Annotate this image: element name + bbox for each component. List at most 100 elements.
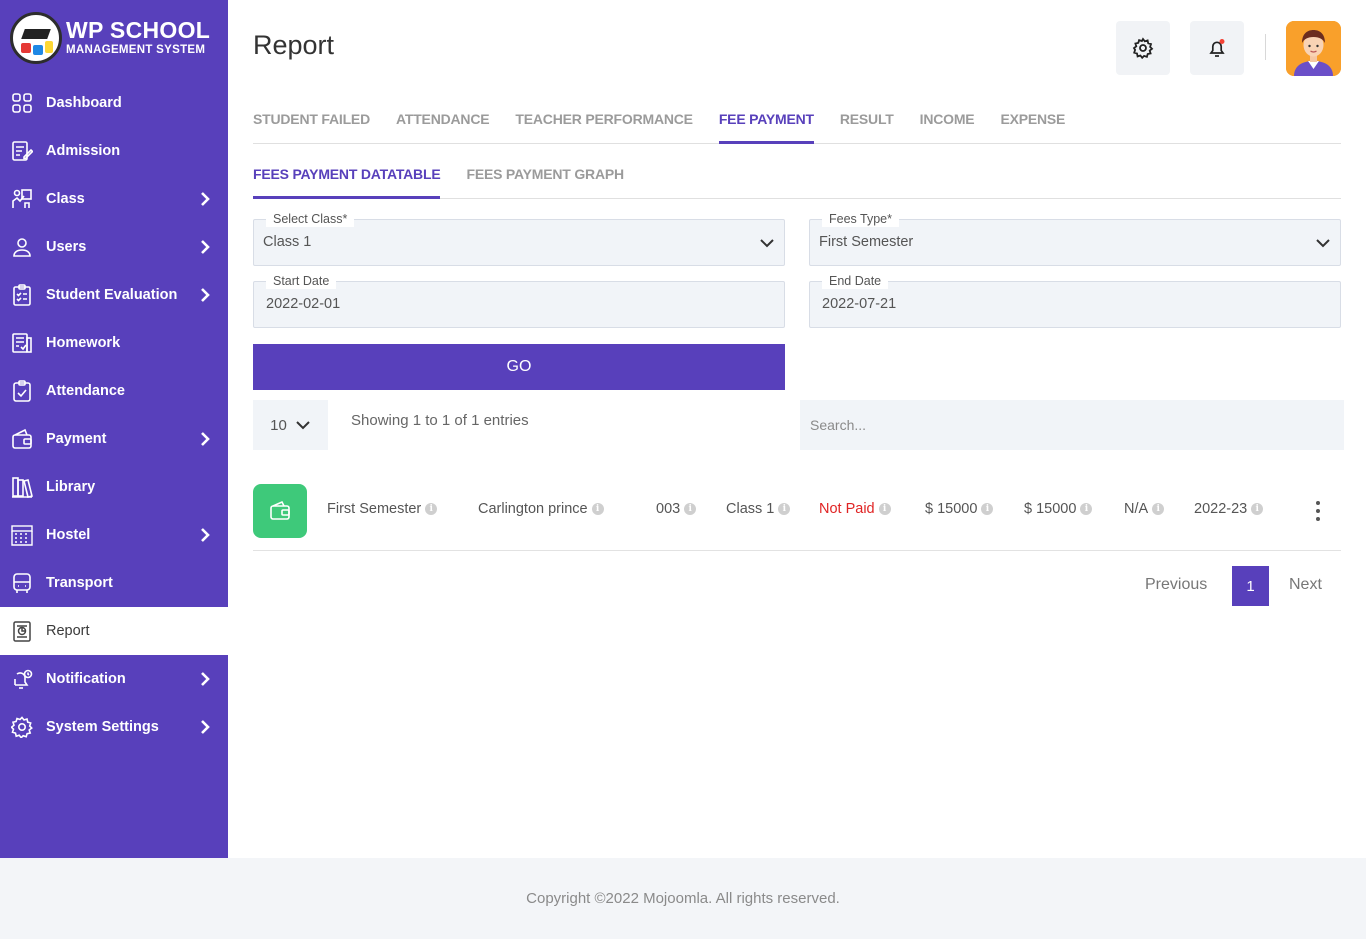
notifications-button[interactable]: [1190, 21, 1244, 75]
sidebar-item-admission[interactable]: Admission: [0, 127, 228, 175]
gear-icon: [1132, 37, 1154, 59]
notification-icon: [11, 668, 33, 690]
chevron-right-icon: [201, 528, 210, 542]
sidebar-item-system-settings[interactable]: System Settings: [0, 703, 228, 751]
roll-number-cell: 003 i: [656, 501, 697, 517]
sidebar-item-transport[interactable]: Transport: [0, 559, 228, 607]
info-icon[interactable]: i: [878, 503, 891, 515]
more-options-icon[interactable]: [1309, 499, 1327, 523]
class-icon: [11, 188, 33, 210]
attendance-icon: [11, 380, 33, 402]
previous-page-button[interactable]: Previous: [1145, 576, 1207, 594]
brand-subtitle: MANAGEMENT SYSTEM: [66, 44, 206, 57]
page-length-value: 10: [270, 416, 287, 434]
sidebar-item-class[interactable]: Class: [0, 175, 228, 223]
sidebar-item-hostel[interactable]: Hostel: [0, 511, 228, 559]
chevron-right-icon: [201, 432, 210, 446]
brand[interactable]: WP SCHOOL MANAGEMENT SYSTEM: [0, 0, 228, 76]
chevron-right-icon: [201, 720, 210, 734]
page-length-select[interactable]: 10: [253, 400, 328, 450]
brand-title: WP SCHOOL: [66, 17, 211, 44]
sidebar-item-label: Attendance: [46, 383, 125, 399]
sidebar-item-users[interactable]: Users: [0, 223, 228, 271]
dashboard-icon: [11, 92, 33, 114]
homework-icon: [11, 332, 33, 354]
info-icon[interactable]: i: [591, 503, 604, 515]
sidebar-item-report[interactable]: Report: [0, 607, 228, 655]
tab-expense[interactable]: EXPENSE: [1000, 104, 1065, 144]
page-title: Report: [253, 30, 335, 60]
hostel-icon: [11, 524, 33, 546]
end-date-field[interactable]: End Date 2022-07-21: [809, 273, 1341, 328]
search-input[interactable]: [800, 400, 1344, 450]
due-amount-cell: $ 15000 i: [1024, 501, 1093, 517]
sidebar-item-label: Admission: [46, 143, 121, 159]
end-date-label: End Date: [822, 273, 889, 289]
table-row[interactable]: First Semester i Carlington prince i 003 i …: [253, 484, 1341, 551]
bell-icon: [1209, 39, 1225, 57]
info-icon[interactable]: i: [981, 503, 994, 515]
next-page-button[interactable]: Next: [1289, 576, 1322, 594]
select-class-dropdown[interactable]: Select Class* Class 1: [253, 211, 785, 266]
tab-result[interactable]: RESULT: [840, 104, 894, 144]
amount-cell: $ 15000 i: [925, 501, 994, 517]
sidebar-item-label: Library: [46, 479, 96, 495]
header-divider: [1265, 34, 1266, 60]
table-info: Showing 1 to 1 of 1 entries: [351, 412, 529, 429]
tab-teacher-performance[interactable]: TEACHER PERFORMANCE: [515, 104, 693, 144]
info-icon[interactable]: i: [1251, 503, 1264, 515]
sidebar-item-label: Hostel: [46, 527, 91, 543]
sidebar-nav: Dashboard Admission Class Users Student …: [0, 79, 228, 751]
tab-student-failed[interactable]: STUDENT FAILED: [253, 104, 370, 144]
sidebar-item-label: Student Evaluation: [46, 287, 178, 303]
info-icon[interactable]: i: [684, 503, 697, 515]
report-icon: [11, 620, 33, 642]
user-icon: [11, 236, 33, 258]
sidebar-item-label: Transport: [46, 575, 113, 591]
copyright-text: Copyright ©2022 Mojoomla. All rights res…: [526, 890, 840, 907]
evaluation-icon: [11, 284, 33, 306]
sidebar-item-notification[interactable]: Notification: [0, 655, 228, 703]
amount-text: $ 15000: [925, 501, 978, 517]
sidebar-item-dashboard[interactable]: Dashboard: [0, 79, 228, 127]
chevron-down-icon: [1316, 239, 1330, 248]
info-icon[interactable]: i: [1152, 503, 1165, 515]
fee-payment-subtabs: FEES PAYMENT DATATABLE FEES PAYMENT GRAP…: [253, 160, 1341, 199]
sidebar-item-payment[interactable]: Payment: [0, 415, 228, 463]
fees-type-cell: First Semester i: [327, 501, 438, 517]
sidebar-item-label: Payment: [46, 431, 107, 447]
info-icon[interactable]: i: [1080, 503, 1093, 515]
info-icon[interactable]: i: [778, 503, 791, 515]
sidebar-item-attendance[interactable]: Attendance: [0, 367, 228, 415]
avatar[interactable]: [1286, 21, 1341, 76]
wallet-icon: [11, 428, 33, 450]
info-icon[interactable]: i: [425, 503, 438, 515]
footer: Copyright ©2022 Mojoomla. All rights res…: [0, 858, 1366, 939]
tab-fee-payment[interactable]: FEE PAYMENT: [718, 104, 814, 144]
tab-attendance[interactable]: ATTENDANCE: [396, 104, 490, 144]
select-class-value: Class 1: [263, 234, 312, 250]
library-icon: [11, 476, 33, 498]
payment-status-cell: Not Paid i: [819, 501, 891, 517]
due-amount-text: $ 15000: [1024, 501, 1077, 517]
go-button[interactable]: GO: [253, 344, 785, 390]
report-tabs: STUDENT FAILED ATTENDANCE TEACHER PERFOR…: [253, 104, 1341, 144]
admission-icon: [11, 140, 33, 162]
sidebar: WP SCHOOL MANAGEMENT SYSTEM Dashboard Ad…: [0, 0, 228, 858]
settings-button[interactable]: [1116, 21, 1170, 75]
tab-fees-payment-datatable[interactable]: FEES PAYMENT DATATABLE: [253, 160, 441, 199]
fees-type-dropdown[interactable]: Fees Type* First Semester: [809, 211, 1341, 266]
select-class-label: Select Class*: [266, 211, 355, 227]
sidebar-item-homework[interactable]: Homework: [0, 319, 228, 367]
year-cell: 2022-23 i: [1194, 501, 1264, 517]
fees-type-label: Fees Type*: [822, 211, 900, 227]
page-number-button[interactable]: 1: [1232, 566, 1269, 606]
chevron-right-icon: [201, 672, 210, 686]
sidebar-item-library[interactable]: Library: [0, 463, 228, 511]
tab-income[interactable]: INCOME: [920, 104, 975, 144]
chevron-right-icon: [201, 240, 210, 254]
payment-status-text: Not Paid: [819, 501, 875, 517]
tab-fees-payment-graph[interactable]: FEES PAYMENT GRAPH: [466, 160, 624, 199]
start-date-field[interactable]: Start Date 2022-02-01: [253, 273, 785, 328]
sidebar-item-student-evaluation[interactable]: Student Evaluation: [0, 271, 228, 319]
